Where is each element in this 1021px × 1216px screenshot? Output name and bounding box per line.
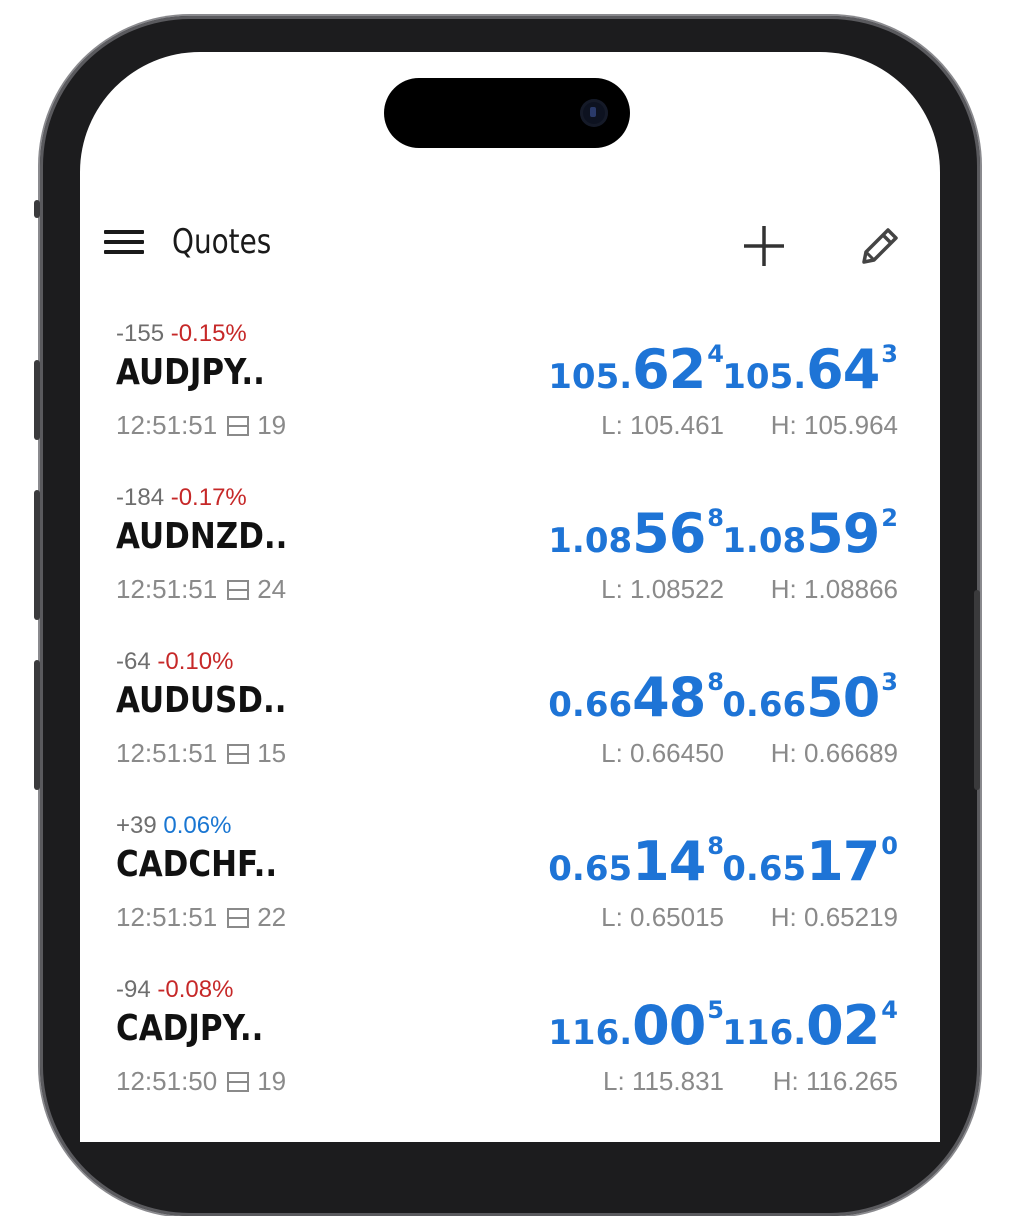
side-button	[34, 200, 40, 218]
plus-icon[interactable]	[740, 222, 788, 270]
daily-change: -64 -0.10%	[116, 648, 233, 676]
bid-price: 0.65148	[548, 830, 724, 893]
change-percent: -0.10%	[157, 648, 234, 675]
low-price: L: 115.831	[603, 1066, 724, 1096]
quote-row[interactable]: -184 -0.17% AUDNZD.. 12:51:51 24 1.08568 …	[80, 476, 940, 640]
app-screen: Quotes -155 -0.15% AUDJPY.. 12:51:51 19 1…	[80, 52, 940, 1142]
bid-price: 1.08568	[548, 502, 724, 565]
ask-price: 1.08592	[722, 502, 898, 565]
spread-value: 19	[257, 1066, 287, 1096]
bid-price: 105.624	[548, 338, 724, 401]
ask-price: 0.65170	[722, 830, 898, 893]
symbol-name: CADJPY..	[116, 1008, 264, 1049]
change-points: -184	[116, 484, 165, 511]
camera-icon	[580, 99, 608, 127]
change-points: -64	[116, 648, 151, 675]
symbol-name: AUDJPY..	[116, 352, 265, 393]
change-points: -94	[116, 976, 151, 1003]
low-price: L: 0.66450	[601, 738, 724, 768]
quote-time: 12:51:51	[116, 410, 218, 440]
dynamic-island	[384, 78, 630, 148]
daily-change: -184 -0.17%	[116, 484, 247, 512]
quote-meta: 12:51:51 22	[116, 902, 286, 933]
spread-value: 24	[257, 574, 287, 604]
spread-icon	[227, 744, 250, 764]
daily-change: -155 -0.15%	[116, 320, 247, 348]
quotes-list: -155 -0.15% AUDJPY.. 12:51:51 19 105.624 …	[80, 312, 940, 1132]
change-percent: -0.08%	[157, 976, 234, 1003]
spread-value: 15	[257, 738, 287, 768]
symbol-name: AUDUSD..	[116, 680, 287, 721]
quote-time: 12:51:50	[116, 1066, 218, 1096]
ask-price: 116.024	[722, 994, 898, 1057]
quote-row[interactable]: -64 -0.10% AUDUSD.. 12:51:51 15 0.66488 0…	[80, 640, 940, 804]
high-price: H: 116.265	[772, 1066, 898, 1096]
pencil-icon[interactable]	[856, 222, 904, 270]
spread-icon	[227, 1072, 250, 1092]
quote-meta: 12:51:51 19	[116, 410, 286, 441]
side-button	[34, 660, 40, 790]
quote-time: 12:51:51	[116, 574, 218, 604]
bid-price: 0.66488	[548, 666, 724, 729]
hamburger-menu-icon[interactable]	[104, 228, 146, 260]
change-points: -155	[116, 320, 165, 347]
high-price: H: 0.66689	[770, 738, 898, 768]
daily-change: +39 0.06%	[116, 812, 231, 840]
side-button	[34, 360, 40, 440]
low-price: L: 0.65015	[601, 902, 724, 932]
quote-meta: 12:51:50 19	[116, 1066, 286, 1097]
high-price: H: 1.08866	[770, 574, 898, 604]
spread-icon	[227, 416, 250, 436]
ask-price: 105.643	[722, 338, 898, 401]
spread-value: 19	[257, 410, 287, 440]
change-points: +39	[116, 812, 157, 839]
quote-row[interactable]: -155 -0.15% AUDJPY.. 12:51:51 19 105.624 …	[80, 312, 940, 476]
side-button	[34, 490, 40, 620]
quote-meta: 12:51:51 15	[116, 738, 286, 769]
low-price: L: 105.461	[601, 410, 724, 440]
symbol-name: CADCHF..	[116, 844, 278, 885]
change-percent: -0.15%	[170, 320, 247, 347]
low-price: L: 1.08522	[601, 574, 724, 604]
spread-icon	[227, 580, 250, 600]
side-button	[974, 590, 980, 790]
bid-price: 116.005	[548, 994, 724, 1057]
change-percent: 0.06%	[163, 812, 232, 839]
spread-value: 22	[257, 902, 287, 932]
quote-meta: 12:51:51 24	[116, 574, 286, 605]
quote-row[interactable]: -94 -0.08% CADJPY.. 12:51:50 19 116.005 1…	[80, 968, 940, 1132]
quote-row[interactable]: +39 0.06% CADCHF.. 12:51:51 22 0.65148 0.…	[80, 804, 940, 968]
high-price: H: 105.964	[770, 410, 898, 440]
quote-time: 12:51:51	[116, 902, 218, 932]
app-header: Quotes	[80, 212, 940, 282]
change-percent: -0.17%	[170, 484, 247, 511]
quote-time: 12:51:51	[116, 738, 218, 768]
daily-change: -94 -0.08%	[116, 976, 233, 1004]
page-title: Quotes	[172, 222, 272, 262]
symbol-name: AUDNZD..	[116, 516, 288, 557]
spread-icon	[227, 908, 250, 928]
high-price: H: 0.65219	[770, 902, 898, 932]
ask-price: 0.66503	[722, 666, 898, 729]
